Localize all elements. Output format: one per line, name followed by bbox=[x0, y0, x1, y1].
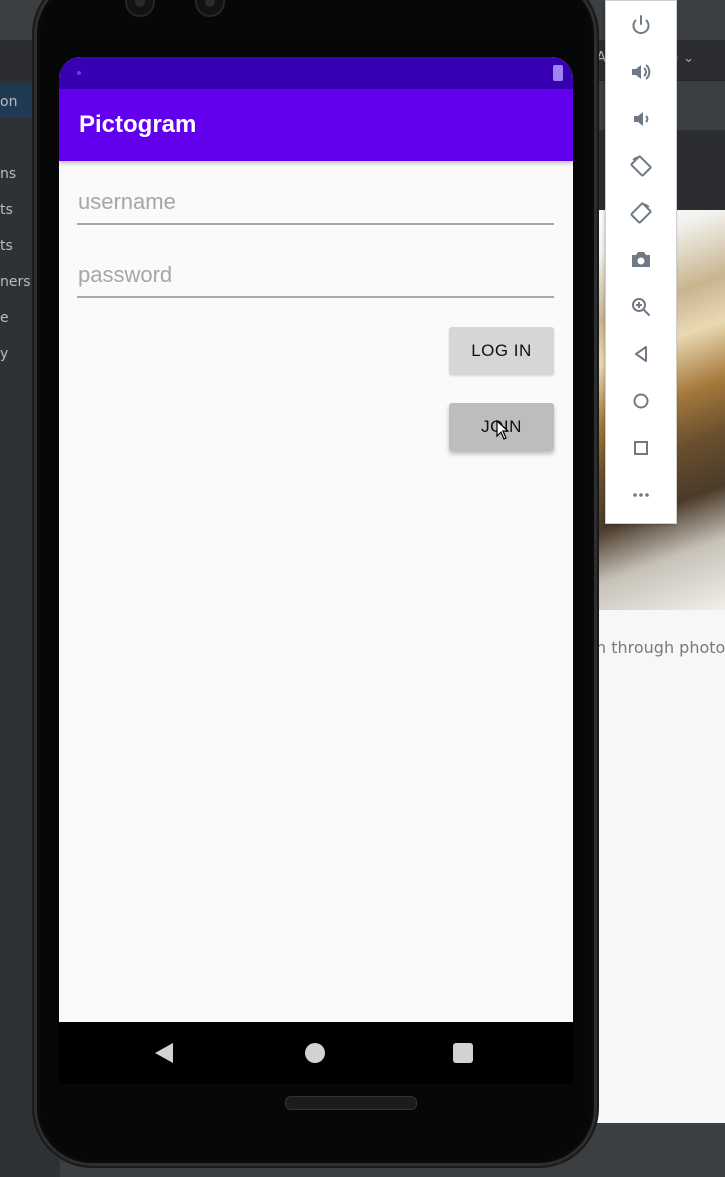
ide-sidebar-item[interactable]: ts bbox=[0, 238, 13, 258]
ide-sidebar-item[interactable]: on bbox=[0, 94, 17, 114]
status-bar bbox=[59, 57, 573, 89]
ide-sidebar-item[interactable]: y bbox=[0, 346, 8, 366]
navigation-bar bbox=[59, 1022, 573, 1084]
ide-sidebar-item[interactable]: e bbox=[0, 310, 9, 330]
phone-screen: Pictogram LOG IN JOIN bbox=[59, 57, 573, 1077]
home-icon[interactable] bbox=[606, 381, 676, 421]
camera-icon[interactable] bbox=[606, 240, 676, 280]
volume-up-icon[interactable] bbox=[606, 52, 676, 92]
username-field[interactable] bbox=[77, 183, 555, 225]
password-field[interactable] bbox=[77, 256, 555, 298]
login-button[interactable]: LOG IN bbox=[449, 327, 554, 375]
recents-icon[interactable] bbox=[453, 1043, 473, 1063]
volume-down-icon[interactable] bbox=[606, 99, 676, 139]
username-input[interactable] bbox=[77, 183, 555, 221]
app-bar: Pictogram bbox=[59, 89, 573, 161]
power-icon[interactable] bbox=[606, 5, 676, 45]
preview-panel bbox=[596, 610, 725, 1123]
mouse-cursor-icon bbox=[496, 420, 510, 440]
ide-sidebar-item[interactable]: ners bbox=[0, 274, 31, 294]
back-icon[interactable] bbox=[155, 1043, 173, 1063]
back-icon[interactable] bbox=[606, 334, 676, 374]
emulator-toolbar bbox=[605, 0, 677, 524]
overview-icon[interactable] bbox=[606, 428, 676, 468]
preview-caption: n through photog bbox=[596, 638, 725, 657]
password-input[interactable] bbox=[77, 256, 555, 294]
battery-icon bbox=[553, 65, 563, 81]
bottom-speaker bbox=[285, 1096, 417, 1110]
zoom-icon[interactable] bbox=[606, 287, 676, 327]
app-title: Pictogram bbox=[79, 111, 197, 138]
ide-sidebar-item[interactable]: ns bbox=[0, 166, 16, 186]
status-dot-icon bbox=[77, 71, 81, 75]
ide-sidebar-item[interactable]: ts bbox=[0, 202, 13, 222]
rotate-right-icon[interactable] bbox=[606, 193, 676, 233]
front-sensor-icon bbox=[195, 0, 225, 17]
more-icon[interactable] bbox=[606, 475, 676, 515]
home-icon[interactable] bbox=[305, 1043, 325, 1063]
chevron-down-icon: ⌄ bbox=[683, 51, 694, 66]
front-camera-icon bbox=[125, 0, 155, 17]
rotate-left-icon[interactable] bbox=[606, 146, 676, 186]
